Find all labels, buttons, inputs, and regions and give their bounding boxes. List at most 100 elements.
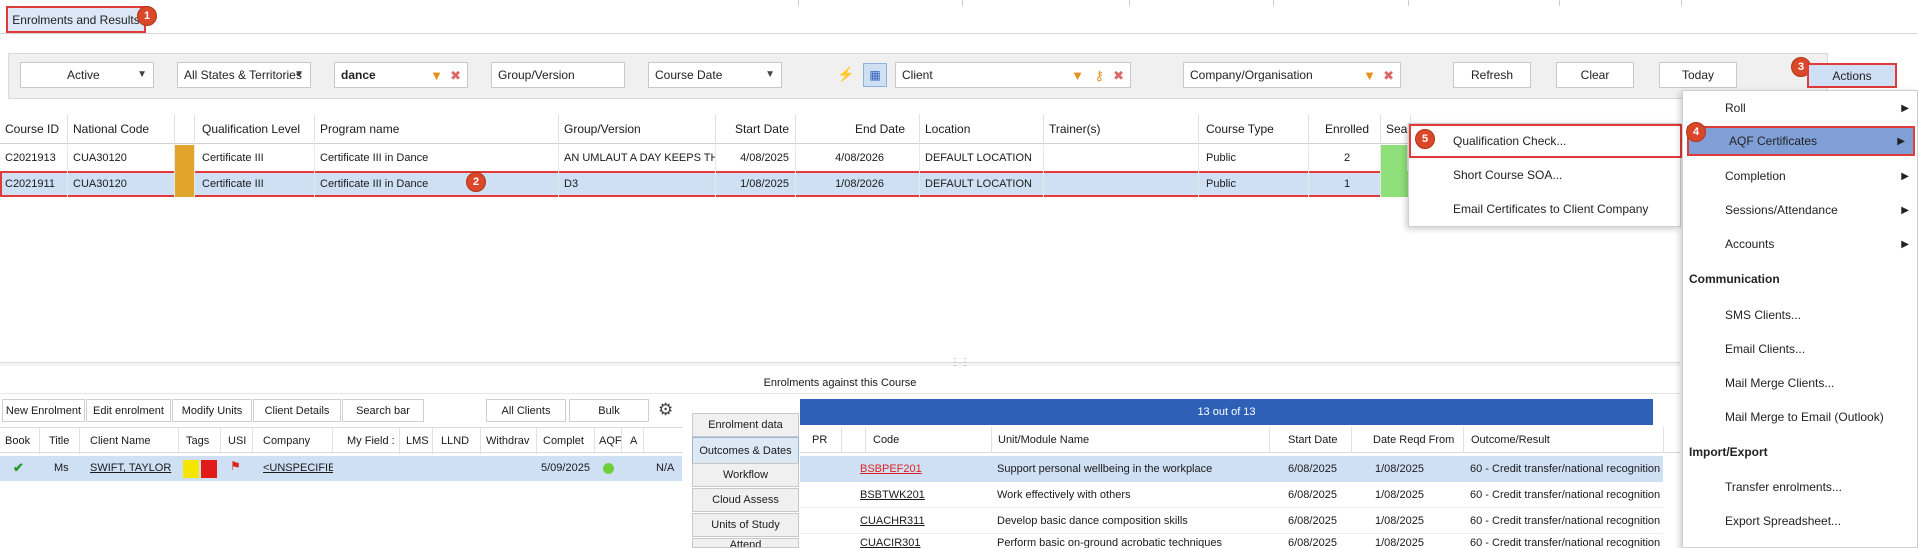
col-start-date[interactable]: Start Date [716, 114, 796, 144]
col-program-name[interactable]: Program name [315, 114, 559, 144]
menu-item-accounts[interactable]: Accounts ▶ [1683, 227, 1918, 261]
qualification-check-menu-item[interactable]: Qualification Check... [1409, 124, 1682, 158]
menu-item-sms-clients[interactable]: SMS Clients... [1683, 298, 1918, 332]
menu-item-email-clients[interactable]: Email Clients... [1683, 332, 1918, 366]
col-outcome[interactable]: Outcome/Result [1464, 427, 1664, 453]
edit-enrolment-button[interactable]: Edit enrolment [86, 399, 171, 422]
outcome-row[interactable]: CUACHR311 Develop basic dance compositio… [800, 508, 1663, 534]
menu-item-mail-merge-clients[interactable]: Mail Merge Clients... [1683, 366, 1918, 400]
clear-filter-icon[interactable]: ✖ [1113, 68, 1124, 84]
col-tags[interactable]: Tags [179, 428, 221, 454]
enrolment-row[interactable]: ✔ Ms SWIFT, TAYLOR ⚑ <UNSPECIFIEI 5/09/2… [0, 456, 682, 481]
search-bar-button[interactable]: Search bar [342, 399, 424, 422]
unit-code-link[interactable]: BSBTWK201 [860, 489, 925, 501]
client-details-button[interactable]: Client Details [253, 399, 341, 422]
gear-icon[interactable]: ⚙ [658, 400, 673, 420]
today-button[interactable]: Today [1659, 62, 1737, 88]
col-pr[interactable]: PR [800, 427, 842, 453]
pane-splitter[interactable]: ⋮⋮ [0, 357, 1680, 368]
menu-item-transfer-enrolments[interactable]: Transfer enrolments... [1683, 470, 1918, 504]
company-link[interactable]: <UNSPECIFIEI [263, 462, 333, 474]
col-course-type[interactable]: Course Type [1199, 114, 1309, 144]
filter-icon[interactable]: ▼ [1071, 68, 1084, 83]
col-sea[interactable]: Sea [1381, 114, 1411, 144]
enrolments-grid-header: Book Title Client Name Tags USI Company … [0, 427, 682, 454]
outcome-row-selected[interactable]: BSBPEF201 Support personal wellbeing in … [800, 456, 1663, 482]
col-trainers[interactable]: Trainer(s) [1044, 114, 1199, 144]
col-blank [842, 427, 866, 453]
modify-units-button[interactable]: Modify Units [172, 399, 252, 422]
col-completed[interactable]: Complet [537, 428, 595, 454]
short-course-soa-menu-item[interactable]: Short Course SOA... [1409, 158, 1682, 192]
tab-enrolments-and-results[interactable]: Enrolments and Results [6, 6, 146, 33]
tab-outcomes-dates[interactable]: Outcomes & Dates [692, 437, 799, 464]
grid-filter-toggle[interactable]: ▦ [863, 63, 887, 87]
lightning-icon[interactable]: ⚡ [837, 66, 854, 83]
refresh-button[interactable]: Refresh [1453, 62, 1531, 88]
col-llnd[interactable]: LLND [433, 428, 481, 454]
col-enrolled[interactable]: Enrolled [1309, 114, 1381, 144]
col-group-version[interactable]: Group/Version [559, 114, 716, 144]
status-select[interactable]: Active ▼ [20, 62, 154, 88]
col-course-id[interactable]: Course ID [0, 114, 68, 144]
col-title[interactable]: Title [40, 428, 80, 454]
col-client-name[interactable]: Client Name [80, 428, 179, 454]
date-field-select[interactable]: Course Date ▼ [648, 62, 782, 88]
unit-code-link[interactable]: CUACIR301 [860, 537, 921, 548]
col-company[interactable]: Company [253, 428, 333, 454]
col-my-field[interactable]: My Field : [333, 428, 400, 454]
bulk-button[interactable]: Bulk [569, 399, 649, 422]
menu-item-aqf-certificates[interactable]: AQF Certificates ▶ [1687, 126, 1915, 156]
key-icon[interactable]: ⚷ [1094, 68, 1104, 84]
outcome-row[interactable]: BSBTWK201 Work effectively with others 6… [800, 482, 1663, 508]
tab-enrolment-data[interactable]: Enrolment data [692, 413, 799, 437]
menu-item-sessions-attendance[interactable]: Sessions/Attendance ▶ [1683, 193, 1918, 227]
filter-icon[interactable]: ▼ [430, 68, 443, 83]
menu-item-completion[interactable]: Completion ▶ [1683, 159, 1918, 193]
col-location[interactable]: Location [920, 114, 1044, 144]
cell-start-date: 1/08/2025 [716, 171, 796, 197]
outcome-row[interactable]: CUACIR301 Perform basic on-ground acroba… [800, 534, 1663, 548]
menu-item-mail-merge-outlook[interactable]: Mail Merge to Email (Outlook) [1683, 400, 1918, 434]
col-end-date[interactable]: End Date [796, 114, 920, 144]
col-national-code[interactable]: National Code [68, 114, 175, 144]
top-tab-bar [0, 0, 1918, 34]
unit-code-link[interactable]: BSBPEF201 [860, 463, 922, 475]
col-color[interactable] [175, 114, 195, 144]
col-date-reqd[interactable]: Date Reqd From [1352, 427, 1464, 453]
col-unit-name[interactable]: Unit/Module Name [992, 427, 1270, 453]
clear-filter-icon[interactable]: ✖ [450, 68, 461, 84]
col-code[interactable]: Code [866, 427, 992, 453]
course-row-selected[interactable]: C2021911 CUA30120 Certificate III Certif… [0, 171, 1382, 197]
clear-filter-icon[interactable]: ✖ [1383, 68, 1394, 84]
states-select[interactable]: All States & Territories ▼ [177, 62, 311, 88]
actions-button[interactable]: Actions [1807, 63, 1897, 88]
cell-national-code: CUA30120 [68, 145, 175, 171]
search-input[interactable]: dance ▼ ✖ [334, 62, 468, 88]
email-certificates-menu-item[interactable]: Email Certificates to Client Company [1409, 192, 1682, 226]
all-clients-button[interactable]: All Clients [486, 399, 566, 422]
tab-cloud-assess[interactable]: Cloud Assess [692, 488, 799, 512]
col-usi[interactable]: USI [221, 428, 253, 454]
clear-button[interactable]: Clear [1556, 62, 1634, 88]
client-name-link[interactable]: SWIFT, TAYLOR [90, 462, 171, 474]
tab-workflow[interactable]: Workflow [692, 463, 799, 487]
menu-item-export-spreadsheet[interactable]: Export Spreadsheet... [1683, 504, 1918, 538]
client-input[interactable]: Client ▼ ⚷ ✖ [895, 62, 1131, 88]
col-a[interactable]: A [622, 428, 644, 454]
tab-units-of-study[interactable]: Units of Study [692, 513, 799, 537]
col-withdrawn[interactable]: Withdrav [481, 428, 537, 454]
unit-code-link[interactable]: CUACHR311 [860, 515, 925, 527]
company-input[interactable]: Company/Organisation ▼ ✖ [1183, 62, 1401, 88]
tab-attend[interactable]: Attend [692, 538, 799, 548]
new-enrolment-button[interactable]: New Enrolment [2, 399, 85, 422]
col-lms[interactable]: LMS [400, 428, 433, 454]
cell-color-swatch [175, 145, 195, 171]
col-qualification-level[interactable]: Qualification Level [195, 114, 315, 144]
group-version-input[interactable]: Group/Version [491, 62, 625, 88]
col-book[interactable]: Book [0, 428, 40, 454]
col-start-date[interactable]: Start Date [1270, 427, 1352, 453]
filter-icon[interactable]: ▼ [1363, 68, 1376, 83]
menu-item-roll[interactable]: Roll ▶ [1683, 91, 1918, 125]
col-aqf[interactable]: AQF [595, 428, 622, 454]
